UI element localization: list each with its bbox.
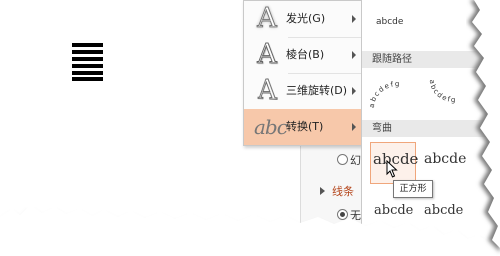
text-lines-icon bbox=[72, 43, 103, 81]
line-section-heading[interactable]: 线条 bbox=[332, 183, 354, 199]
3d-rotation-icon: A bbox=[258, 74, 278, 108]
arch-up-text: abcdefg bbox=[368, 80, 399, 108]
svg-text:abcdefg: abcdefg bbox=[428, 79, 457, 104]
warp-sample[interactable]: abcde bbox=[374, 203, 413, 218]
warp-label: 弯曲 bbox=[372, 123, 392, 134]
arch-up-sample[interactable]: abcdefg bbox=[368, 68, 428, 116]
chevron-right-icon bbox=[352, 15, 356, 23]
chevron-right-icon bbox=[352, 51, 356, 59]
svg-text:abcdefg: abcdefg bbox=[368, 80, 401, 108]
glow-icon: A bbox=[257, 3, 278, 34]
no-transform-sample[interactable]: abcde bbox=[376, 17, 403, 27]
mouse-pointer-icon bbox=[386, 160, 398, 178]
text-effects-menu: A 发光(G) A 棱台(B) A 三维旋转(D) abc 转换(T) bbox=[243, 0, 363, 146]
transform-icon: abc bbox=[254, 115, 288, 139]
menu-item-transform[interactable]: abc 转换(T) bbox=[244, 109, 362, 145]
arch-down-sample[interactable]: abcdefg bbox=[424, 68, 484, 116]
chevron-right-icon bbox=[352, 87, 356, 95]
menu-item-label: 棱台(B) bbox=[286, 48, 325, 61]
warp-header: 弯曲 bbox=[362, 120, 500, 137]
menu-item-label: 发光(G) bbox=[286, 12, 326, 25]
menu-item-bevel[interactable]: A 棱台(B) bbox=[244, 37, 362, 73]
menu-item-glow[interactable]: A 发光(G) bbox=[244, 1, 362, 37]
warp-sample[interactable]: abcde bbox=[424, 151, 466, 167]
menu-item-label: 转换(T) bbox=[286, 120, 324, 133]
transform-gallery: abcde 跟随路径 abcdefg abcdefg 弯曲 abcde abcd… bbox=[361, 0, 500, 256]
tooltip: 正方形 bbox=[393, 180, 433, 198]
follow-path-label: 跟随路径 bbox=[372, 54, 412, 65]
warp-sample[interactable]: abcde bbox=[424, 203, 463, 218]
fill-option-radio[interactable] bbox=[337, 154, 348, 165]
arch-down-text: abcdefg bbox=[428, 79, 456, 104]
fill-option-label: 幻 bbox=[350, 154, 361, 167]
section-collapse-icon[interactable] bbox=[320, 187, 325, 195]
no-line-label: 无 bbox=[350, 209, 361, 222]
bevel-icon: A bbox=[257, 39, 278, 70]
menu-item-3d-rotation[interactable]: A 三维旋转(D) bbox=[244, 73, 362, 109]
chevron-right-icon bbox=[352, 123, 356, 131]
menu-item-label: 三维旋转(D) bbox=[286, 84, 348, 97]
follow-path-header: 跟随路径 bbox=[362, 51, 500, 68]
no-line-radio[interactable] bbox=[337, 209, 348, 220]
screenshot: 幻 线条 无 A 发光(G) A 棱台(B) A 三维旋转(D) abc 转换(… bbox=[0, 0, 500, 256]
